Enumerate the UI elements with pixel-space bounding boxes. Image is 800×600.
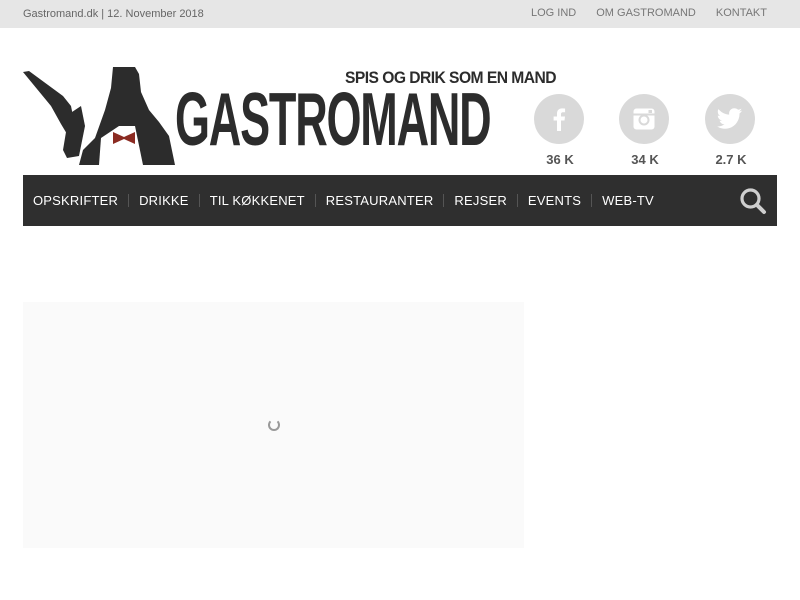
twitter-widget: 2.7 K [705,94,757,167]
nav-separator [314,194,316,207]
nav-item-web-tv: WEB-TV [602,193,654,208]
twitter-button[interactable] [705,94,755,144]
login-link[interactable]: LOG IND [531,7,576,19]
site-date-text: Gastromand.dk | 12. November 2018 [23,8,204,20]
nav-separator [128,194,130,207]
nav-link-web-tv[interactable]: WEB-TV [602,193,654,208]
instagram-widget: 34 K [619,94,671,167]
nav-link-drikke[interactable]: DRIKKE [139,193,189,208]
nav-separator [443,194,445,207]
twitter-icon [717,108,742,129]
nav-link-opskrifter[interactable]: OPSKRIFTER [33,193,118,208]
waiter-illustration [23,67,175,165]
nav-item-restauranter: RESTAURANTER [326,193,455,208]
nav-link-restauranter[interactable]: RESTAURANTER [326,193,434,208]
twitter-count: 2.7 K [715,152,747,167]
instagram-count: 34 K [631,152,659,167]
search-button[interactable] [739,187,767,215]
facebook-icon [553,108,566,131]
instagram-button[interactable] [619,94,669,144]
top-links: LOG IND OM GASTROMAND KONTAKT [531,7,767,19]
nav-link-rejser[interactable]: REJSER [454,193,507,208]
site-logo[interactable]: SPIS OG DRIK SOM EN MAND GASTROMAND [23,66,557,166]
nav-separator [591,194,593,207]
nav-item-drikke: DRIKKE [139,193,210,208]
nav-item-til-kokkenet: TIL KØKKENET [210,193,326,208]
nav-item-opskrifter: OPSKRIFTER [33,193,139,208]
nav-separator [516,194,518,207]
contact-link[interactable]: KONTAKT [716,7,767,19]
facebook-button[interactable] [534,94,584,144]
logo-wordmark: GASTROMAND [175,77,492,161]
nav-item-events: EVENTS [528,193,602,208]
top-bar: Gastromand.dk | 12. November 2018 LOG IN… [0,0,800,28]
nav-link-til-kokkenet[interactable]: TIL KØKKENET [210,193,305,208]
loading-spinner-icon [268,419,280,431]
facebook-count: 36 K [546,152,574,167]
search-icon [740,188,766,214]
instagram-icon [633,108,655,130]
about-link[interactable]: OM GASTROMAND [596,7,696,19]
main-navigation: OPSKRIFTER DRIKKE TIL KØKKENET RESTAURAN… [23,175,777,226]
nav-separator [198,194,200,207]
nav-item-rejser: REJSER [454,193,528,208]
content-placeholder [23,302,524,548]
facebook-widget: 36 K [534,94,586,167]
nav-link-events[interactable]: EVENTS [528,193,581,208]
